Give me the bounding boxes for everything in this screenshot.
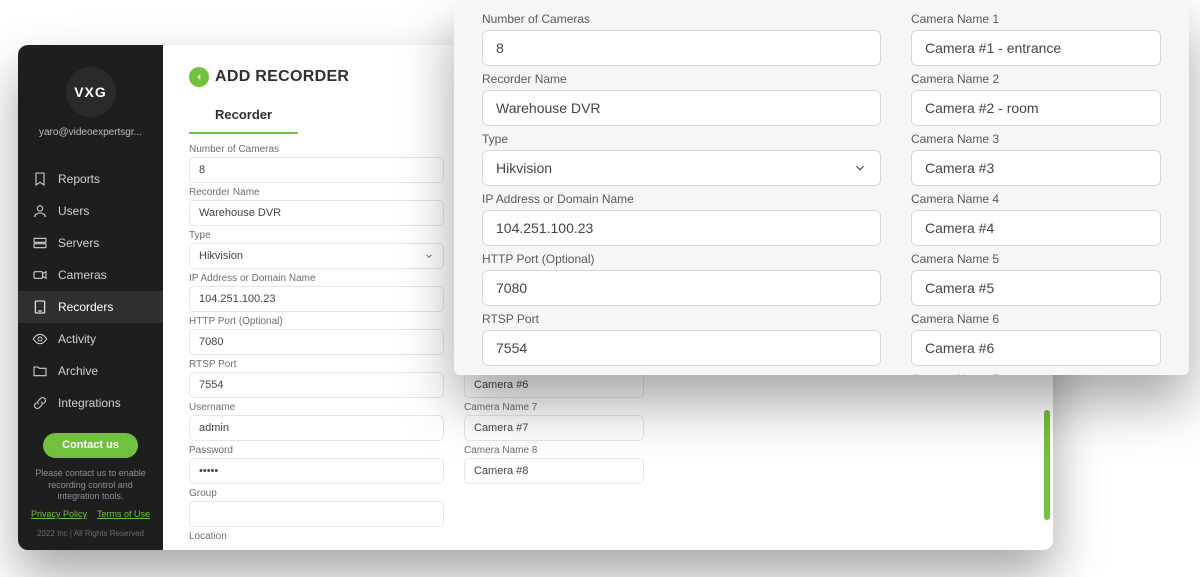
chevron-left-icon [194, 72, 204, 82]
num-cameras-input[interactable] [482, 30, 881, 66]
sidebar-item-recorders[interactable]: Recorders [18, 291, 163, 323]
server-icon [32, 235, 48, 251]
contact-us-button[interactable]: Contact us [43, 433, 138, 458]
rtsp-port-input[interactable] [482, 330, 881, 366]
sidebar-item-archive[interactable]: Archive [18, 355, 163, 387]
sidebar-nav: Reports Users Servers Cameras Recorders [18, 163, 163, 419]
overlay-left-column: Number of Cameras Recorder Name Type Hik… [482, 12, 881, 375]
bookmark-icon [32, 171, 48, 187]
recorder-name-label: Recorder Name [482, 72, 881, 86]
account-email: yaro@videoexpertsgr... [39, 127, 142, 138]
camera-name-input[interactable] [911, 30, 1161, 66]
copyright-text: 2022 Inc | All Rights Reserved [18, 529, 163, 538]
http-port-input[interactable] [482, 270, 881, 306]
form-column-left: Number of Cameras Recorder Name Type Hik… [189, 144, 444, 550]
rtsp-port-label: RTSP Port [482, 312, 881, 326]
http-port-label: HTTP Port (Optional) [189, 316, 444, 327]
tab-recorder[interactable]: Recorder [189, 97, 298, 134]
link-icon [32, 395, 48, 411]
camera-name-input[interactable] [911, 150, 1161, 186]
camera-name-label-partial: Camera Name 7 [911, 372, 1161, 375]
sidebar-item-activity[interactable]: Activity [18, 323, 163, 355]
recorder-icon [32, 299, 48, 315]
ip-input[interactable] [482, 210, 881, 246]
logo-text: VXG [74, 84, 107, 100]
group-label: Group [189, 488, 444, 499]
scrollbar-thumb[interactable] [1044, 410, 1050, 520]
privacy-policy-link[interactable]: Privacy Policy [31, 509, 87, 519]
username-label: Username [189, 402, 444, 413]
folder-icon [32, 363, 48, 379]
rtsp-port-label: RTSP Port [189, 359, 444, 370]
camera-name-input[interactable] [911, 210, 1161, 246]
camera-name-input[interactable] [464, 372, 644, 398]
sidebar-item-label: Users [58, 204, 89, 218]
page-title: ADD RECORDER [215, 68, 349, 86]
sidebar-item-label: Integrations [58, 396, 121, 410]
camera-name-label: Camera Name 5 [911, 252, 1161, 266]
location-label: Location [189, 531, 444, 542]
camera-name-input[interactable] [911, 330, 1161, 366]
chevron-down-icon [424, 251, 434, 261]
sidebar-item-label: Servers [58, 236, 99, 250]
num-cameras-label: Number of Cameras [189, 144, 444, 155]
type-select[interactable]: Hikvision [189, 243, 444, 269]
recorder-name-label: Recorder Name [189, 187, 444, 198]
sidebar-item-label: Cameras [58, 268, 107, 282]
sidebar-item-label: Activity [58, 332, 96, 346]
brand-block: VXG yaro@videoexpertsgr... [18, 45, 163, 148]
username-input[interactable] [189, 415, 444, 441]
sidebar-item-integrations[interactable]: Integrations [18, 387, 163, 419]
camera-name-label: Camera Name 1 [911, 12, 1161, 26]
camera-name-label: Camera Name 8 [464, 445, 644, 456]
num-cameras-label: Number of Cameras [482, 12, 881, 26]
sidebar-note: Please contact us to enable recording co… [18, 468, 163, 503]
chevron-down-icon [853, 161, 867, 175]
sidebar-item-cameras[interactable]: Cameras [18, 259, 163, 291]
brand-logo: VXG [66, 67, 116, 117]
sidebar-item-label: Archive [58, 364, 98, 378]
footer-links: Privacy Policy Terms of Use [18, 509, 163, 519]
terms-of-use-link[interactable]: Terms of Use [97, 509, 150, 519]
camera-name-input[interactable] [911, 270, 1161, 306]
type-value: Hikvision [199, 250, 243, 262]
camera-name-label: Camera Name 2 [911, 72, 1161, 86]
http-port-label: HTTP Port (Optional) [482, 252, 881, 266]
sidebar-item-users[interactable]: Users [18, 195, 163, 227]
eye-icon [32, 331, 48, 347]
recorder-name-input[interactable] [189, 200, 444, 226]
type-value: Hikvision [496, 160, 552, 176]
camera-icon [32, 267, 48, 283]
recorder-name-input[interactable] [482, 90, 881, 126]
sidebar-item-servers[interactable]: Servers [18, 227, 163, 259]
user-icon [32, 203, 48, 219]
type-label: Type [482, 132, 881, 146]
sidebar-item-label: Recorders [58, 300, 113, 314]
camera-name-label: Camera Name 3 [911, 132, 1161, 146]
camera-name-input[interactable] [911, 90, 1161, 126]
ip-input[interactable] [189, 286, 444, 312]
camera-name-label: Camera Name 4 [911, 192, 1161, 206]
back-button[interactable] [189, 67, 209, 87]
overlay-right-column: Camera Name 1 Camera Name 2 Camera Name … [911, 12, 1161, 375]
overlay-form-panel: Number of Cameras Recorder Name Type Hik… [454, 0, 1189, 375]
camera-name-input[interactable] [464, 415, 644, 441]
sidebar-item-label: Reports [58, 172, 100, 186]
group-input[interactable] [189, 501, 444, 527]
sidebar-item-reports[interactable]: Reports [18, 163, 163, 195]
rtsp-port-input[interactable] [189, 372, 444, 398]
camera-name-label: Camera Name 6 [911, 312, 1161, 326]
sidebar: VXG yaro@videoexpertsgr... Reports Users… [18, 45, 163, 550]
password-label: Password [189, 445, 444, 456]
camera-name-label: Camera Name 7 [464, 402, 644, 413]
type-select[interactable]: Hikvision [482, 150, 881, 186]
ip-label: IP Address or Domain Name [189, 273, 444, 284]
type-label: Type [189, 230, 444, 241]
camera-name-input[interactable] [464, 458, 644, 484]
ip-label: IP Address or Domain Name [482, 192, 881, 206]
num-cameras-input[interactable] [189, 157, 444, 183]
password-input[interactable] [189, 458, 444, 484]
http-port-input[interactable] [189, 329, 444, 355]
